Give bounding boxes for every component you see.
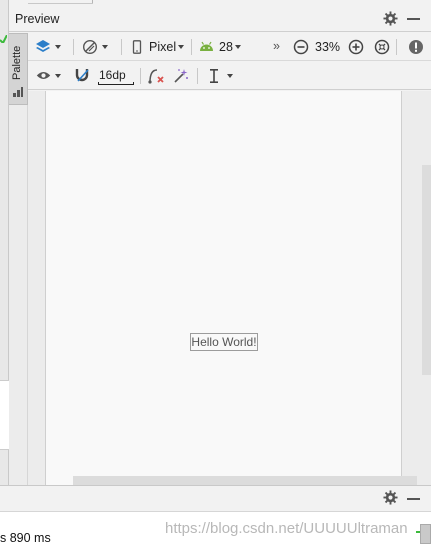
scroll-thumb[interactable] (420, 524, 431, 544)
left-edge-field (0, 380, 9, 450)
chevron-down-icon[interactable] (102, 45, 108, 49)
zoom-level-label: 33% (315, 40, 341, 54)
toolbar-separator (396, 39, 397, 55)
preview-toolbar: Pixel 28 » 33% (28, 33, 431, 61)
toolbar-separator (121, 39, 122, 55)
toolbar-separator (197, 68, 198, 84)
hello-world-textview[interactable]: Hello World! (190, 333, 258, 351)
checkmark-icon (0, 35, 7, 43)
zoom-to-fit-icon[interactable] (374, 39, 390, 55)
orientation-icon[interactable] (82, 39, 98, 55)
toolbar-separator (73, 39, 74, 55)
toolbar-separator (140, 68, 141, 84)
minimize-icon[interactable] (407, 498, 420, 500)
android-icon[interactable] (199, 41, 214, 52)
gear-icon[interactable] (383, 490, 398, 505)
margin-underline (98, 82, 134, 85)
bottom-panel-header (0, 485, 431, 512)
palette-strip (9, 105, 28, 485)
overflow-icon[interactable]: » (273, 39, 280, 53)
layout-toolbar: 16dp (28, 62, 431, 90)
guidelines-icon[interactable] (209, 68, 219, 84)
warning-icon[interactable] (408, 39, 424, 55)
chevron-down-icon[interactable] (55, 45, 61, 49)
minimize-icon[interactable] (407, 18, 420, 20)
zoom-out-icon[interactable] (293, 39, 309, 55)
panel-header (9, 4, 431, 32)
panel-title: Preview (15, 12, 60, 26)
clear-constraints-icon[interactable] (148, 68, 165, 84)
api-level-label[interactable]: 28 (219, 40, 233, 54)
watermark-text: https://blog.csdn.net/UUUUUltraman (165, 520, 408, 537)
vertical-scrollbar[interactable] (422, 165, 431, 375)
chevron-down-icon[interactable] (227, 74, 233, 78)
palette-icon[interactable] (12, 86, 24, 98)
device-icon[interactable] (132, 40, 142, 54)
infer-constraints-icon[interactable] (173, 68, 189, 84)
horizontal-scrollbar[interactable] (73, 476, 417, 485)
left-edge-panel (0, 0, 9, 548)
chevron-down-icon[interactable] (55, 74, 61, 78)
toolbar-separator (191, 39, 192, 55)
device-selector-label[interactable]: Pixel (149, 40, 176, 54)
layers-icon[interactable] (35, 39, 51, 55)
device-screen[interactable] (45, 91, 402, 485)
autoconnect-magnet-icon[interactable] (75, 67, 91, 84)
eye-icon[interactable] (36, 70, 51, 81)
chevron-down-icon[interactable] (235, 45, 241, 49)
chevron-down-icon[interactable] (178, 45, 184, 49)
zoom-in-icon[interactable] (348, 39, 364, 55)
palette-tab-label[interactable]: Palette (11, 40, 27, 86)
gear-icon[interactable] (383, 11, 398, 26)
build-status-text: s 890 ms (0, 531, 51, 545)
default-margin-value[interactable]: 16dp (99, 68, 126, 82)
preview-window: Palette Preview Pixel 28 » 33% 16dp Hell… (0, 0, 431, 548)
